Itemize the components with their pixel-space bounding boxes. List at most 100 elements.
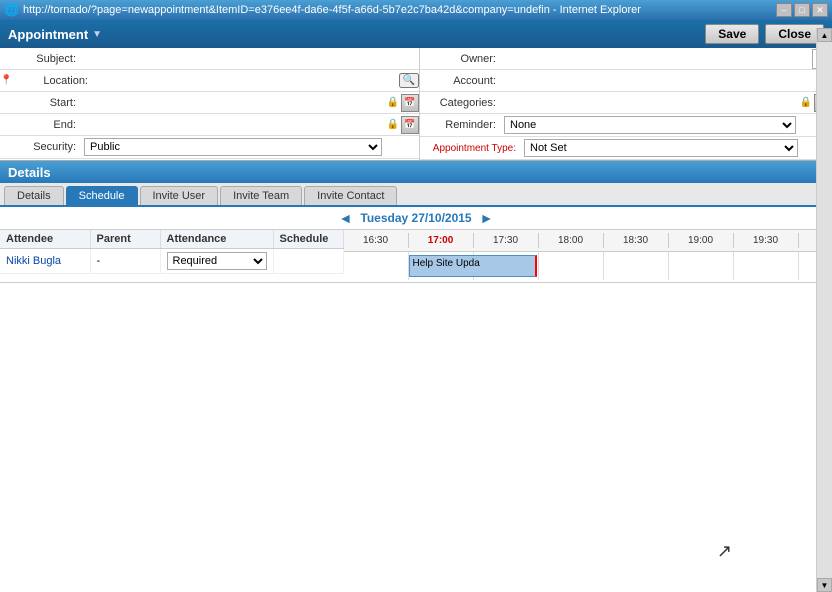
main-scroll-down[interactable]: ▼ [817, 578, 832, 592]
form-right: Owner: Nikki Bugla 🔍 Account: Esteiro In… [420, 48, 832, 160]
owner-label: Owner: [420, 51, 500, 67]
time-label-1730: 17:30 [474, 233, 539, 248]
table-row: Nikki Bugla - Required Optional Non-Part… [0, 249, 343, 274]
location-search-button[interactable]: 🔍 [399, 73, 419, 88]
categories-value [500, 95, 798, 111]
appointment-block-label: Help Site Upda [413, 258, 480, 269]
main-vertical-scrollbar[interactable]: ▲ ▼ [816, 28, 832, 592]
app-title-dropdown-arrow[interactable]: ▼ [92, 29, 102, 40]
col-parent: Parent [90, 230, 160, 249]
appt-type-select[interactable]: Not Set Meeting Call [524, 139, 798, 157]
attendee-attendance-cell: Required Optional Non-Participant [160, 249, 273, 274]
owner-value: Nikki Bugla [500, 51, 812, 67]
timeline-cell-5 [604, 252, 669, 280]
schedule-nav: ◄ Tuesday 27/10/2015 ► [0, 207, 832, 230]
subject-input[interactable]: Esteiro Internal (Appointment) [84, 53, 415, 65]
tab-details[interactable]: Details [4, 186, 64, 205]
form-left: Subject: Esteiro Internal (Appointment) … [0, 48, 420, 160]
reminder-select[interactable]: None 5 minutes 10 minutes [504, 116, 796, 134]
ie-icon: 🌐 [4, 3, 19, 17]
schedule-content: Attendee Parent Attendance Schedule Nikk… [0, 230, 832, 280]
main-scroll-up[interactable]: ▲ [817, 28, 832, 42]
categories-input[interactable] [504, 97, 790, 109]
account-input[interactable]: Esteiro Internal [504, 75, 808, 87]
security-label: Security: [0, 139, 80, 155]
timeline-header: 16:30 17:00 17:30 18:00 18:30 19:00 19:3… [344, 230, 817, 252]
time-label-1930: 19:30 [734, 233, 799, 248]
end-value: 27/10/2015 18:00:00 [80, 117, 385, 133]
time-label-1630: 16:30 [344, 233, 409, 248]
timeline-body: Help Site Upda [344, 252, 817, 280]
start-lock-icon: 🔒 [387, 97, 399, 108]
separator [0, 282, 832, 283]
tab-invite-team[interactable]: Invite Team [220, 186, 302, 205]
time-label-1900: 19:00 [669, 233, 734, 248]
end-row: End: 27/10/2015 18:00:00 🔒 📅 [0, 114, 419, 136]
col-schedule: Schedule [273, 230, 343, 249]
timeline-cell-6 [669, 252, 734, 280]
app-header: Appointment ▼ Save Close [0, 20, 832, 48]
start-input[interactable]: 27/10/2015 17:00:00 [84, 97, 377, 109]
location-input[interactable]: Ryehills Park, West Haddon, NN6 7BX, Un [96, 75, 375, 87]
appointment-block: Help Site Upda [409, 255, 537, 277]
fixed-columns: Attendee Parent Attendance Schedule Nikk… [0, 230, 344, 280]
reminder-value: None 5 minutes 10 minutes [500, 114, 832, 136]
end-label: End: [0, 117, 80, 133]
attendee-name-link[interactable]: Nikki Bugla [6, 255, 61, 267]
minimize-button[interactable]: – [776, 3, 792, 17]
owner-row: Owner: Nikki Bugla 🔍 [420, 48, 832, 70]
time-label-1800: 18:00 [539, 233, 604, 248]
timeline-cell-1 [344, 252, 409, 280]
save-button[interactable]: Save [705, 24, 759, 44]
attendee-parent-cell: - [90, 249, 160, 274]
appt-type-value: Not Set Meeting Call [520, 137, 832, 159]
appt-type-label: Appointment Type: [420, 141, 520, 156]
title-bar: 🌐 http://tornado/?page=newappointment&It… [0, 0, 832, 20]
location-value: Ryehills Park, West Haddon, NN6 7BX, Un [92, 73, 399, 89]
start-label: Start: [0, 95, 80, 111]
account-row: Account: Esteiro Internal 🔒 [420, 70, 832, 92]
timeline-cell-4 [539, 252, 604, 280]
security-value: Public Private [80, 136, 419, 158]
timeline-area: 16:30 17:00 17:30 18:00 18:30 19:00 19:3… [344, 230, 817, 280]
window-controls: – □ ✕ [776, 3, 828, 17]
attendee-table: Attendee Parent Attendance Schedule Nikk… [0, 230, 344, 274]
subject-value: Esteiro Internal (Appointment) [80, 51, 419, 67]
timeline-cell-7 [734, 252, 799, 280]
start-calendar-button[interactable]: 📅 [401, 94, 419, 112]
time-label-1830: 18:30 [604, 233, 669, 248]
window-close-button[interactable]: ✕ [812, 3, 828, 17]
categories-lock-icon: 🔒 [800, 97, 812, 108]
tab-invite-contact[interactable]: Invite Contact [304, 186, 397, 205]
reminder-row: Reminder: None 5 minutes 10 minutes [420, 114, 832, 137]
nav-date-text: Tuesday 27/10/2015 [360, 211, 471, 225]
maximize-button[interactable]: □ [794, 3, 810, 17]
attendee-name-cell: Nikki Bugla [0, 249, 90, 274]
start-value: 27/10/2015 17:00:00 [80, 95, 385, 111]
app-title: Appointment ▼ [8, 27, 102, 42]
mouse-cursor: ↗ [717, 541, 732, 562]
time-label-1700: 17:00 [409, 233, 474, 248]
end-input[interactable]: 27/10/2015 18:00:00 [84, 119, 377, 131]
table-header-row: Attendee Parent Attendance Schedule [0, 230, 343, 249]
col-attendance: Attendance [160, 230, 273, 249]
start-row: Start: 27/10/2015 17:00:00 🔒 📅 [0, 92, 419, 114]
location-label: Location: [12, 73, 92, 89]
end-lock-icon: 🔒 [387, 119, 399, 130]
end-calendar-button[interactable]: 📅 [401, 116, 419, 134]
tab-schedule[interactable]: Schedule [66, 186, 138, 205]
attendance-select[interactable]: Required Optional Non-Participant [167, 252, 267, 270]
attendee-schedule-cell [273, 249, 343, 274]
security-row: Security: Public Private [0, 136, 419, 159]
nav-next-button[interactable]: ► [480, 210, 494, 226]
subject-label: Subject: [0, 51, 80, 67]
tab-invite-user[interactable]: Invite User [140, 186, 219, 205]
categories-label: Categories: [420, 95, 500, 111]
account-label: Account: [420, 73, 500, 89]
nav-prev-button[interactable]: ◄ [339, 210, 353, 226]
header-buttons: Save Close [705, 24, 824, 44]
owner-input[interactable]: Nikki Bugla [504, 53, 804, 65]
col-attendee: Attendee [0, 230, 90, 249]
schedule-area: ◄ Tuesday 27/10/2015 ► Attendee Parent A… [0, 207, 832, 283]
security-select[interactable]: Public Private [84, 138, 382, 156]
